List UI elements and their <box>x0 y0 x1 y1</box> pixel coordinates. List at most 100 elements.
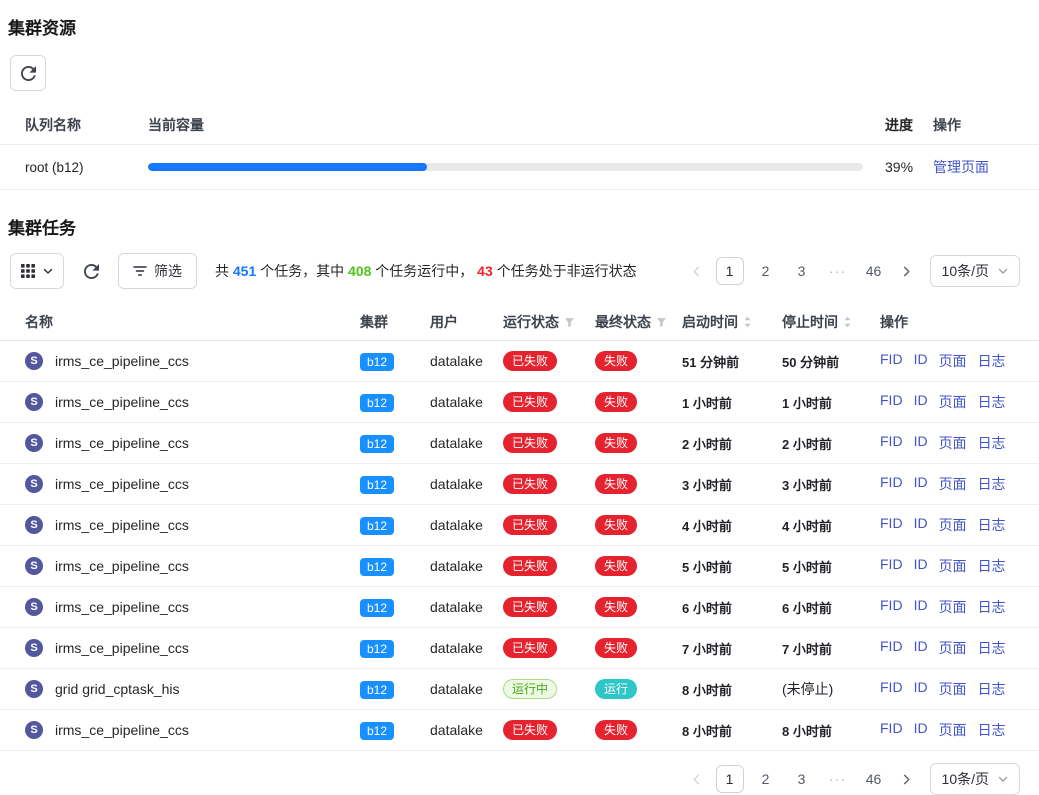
pagination-page-1[interactable]: 1 <box>716 765 744 793</box>
row-action-id[interactable]: ID <box>914 392 928 412</box>
row-action-log[interactable]: 日志 <box>978 474 1006 494</box>
row-action-fid[interactable]: FID <box>880 720 903 740</box>
filter-button[interactable]: 筛选 <box>118 253 197 289</box>
final-status-badge: 失败 <box>595 720 637 740</box>
final-status-badge: 失败 <box>595 638 637 658</box>
final-status-badge: 失败 <box>595 597 637 617</box>
row-action-page[interactable]: 页面 <box>939 556 967 576</box>
app-type-avatar: S <box>25 352 43 370</box>
pagination-page-1[interactable]: 1 <box>716 257 744 285</box>
row-action-page[interactable]: 页面 <box>939 392 967 412</box>
task-user: datalake <box>430 435 483 451</box>
task-table-row: S irms_ce_pipeline_ccs b12 datalake 已失败 … <box>0 505 1039 546</box>
app-type-avatar: S <box>25 516 43 534</box>
row-action-id[interactable]: ID <box>914 597 928 617</box>
app-type-avatar: S <box>25 475 43 493</box>
row-action-fid[interactable]: FID <box>880 433 903 453</box>
row-actions: FID ID 页面日志 <box>880 720 1029 740</box>
start-time: 2 小时前 <box>682 434 782 453</box>
capacity-progress-bar <box>148 163 863 171</box>
row-action-page[interactable]: 页面 <box>939 433 967 453</box>
page-size-select[interactable]: 10条/页 <box>930 255 1020 287</box>
row-action-page[interactable]: 页面 <box>939 679 967 699</box>
row-action-fid[interactable]: FID <box>880 556 903 576</box>
row-action-page[interactable]: 页面 <box>939 720 967 740</box>
task-name: grid grid_cptask_his <box>55 681 180 697</box>
row-action-id[interactable]: ID <box>914 515 928 535</box>
stop-time: 3 小时前 <box>782 475 880 494</box>
run-status-badge: 已失败 <box>503 351 557 371</box>
row-action-log[interactable]: 日志 <box>978 556 1006 576</box>
pagination-page-last[interactable]: 46 <box>860 765 888 793</box>
task-table-row: S irms_ce_pipeline_ccs b12 datalake 已失败 … <box>0 341 1039 382</box>
pagination-page-last[interactable]: 46 <box>860 257 888 285</box>
row-action-fid[interactable]: FID <box>880 638 903 658</box>
row-action-log[interactable]: 日志 <box>978 351 1006 371</box>
app-type-avatar: S <box>25 393 43 411</box>
row-action-page[interactable]: 页面 <box>939 515 967 535</box>
pagination-page-3[interactable]: 3 <box>788 765 816 793</box>
row-action-fid[interactable]: FID <box>880 597 903 617</box>
pagination-prev-button[interactable] <box>686 765 708 793</box>
row-action-page[interactable]: 页面 <box>939 638 967 658</box>
pagination-ellipsis[interactable]: ··· <box>824 765 852 793</box>
filter-funnel-icon[interactable] <box>564 317 575 328</box>
pagination-next-button[interactable] <box>896 257 918 285</box>
task-table-row: S irms_ce_pipeline_ccs b12 datalake 已失败 … <box>0 464 1039 505</box>
pagination-prev-button[interactable] <box>686 257 708 285</box>
start-time: 4 小时前 <box>682 516 782 535</box>
row-action-fid[interactable]: FID <box>880 515 903 535</box>
row-action-fid[interactable]: FID <box>880 351 903 371</box>
sort-icon[interactable] <box>743 315 752 329</box>
row-action-log[interactable]: 日志 <box>978 638 1006 658</box>
pagination-next-button[interactable] <box>896 765 918 793</box>
row-action-id[interactable]: ID <box>914 679 928 699</box>
resources-table: 队列名称 当前容量 进度 操作 root (b12) 39% 管理页面 <box>0 105 1039 190</box>
pagination-page-2[interactable]: 2 <box>752 765 780 793</box>
row-action-fid[interactable]: FID <box>880 392 903 412</box>
task-name: irms_ce_pipeline_ccs <box>55 476 189 492</box>
row-action-log[interactable]: 日志 <box>978 515 1006 535</box>
row-action-log[interactable]: 日志 <box>978 720 1006 740</box>
row-action-log[interactable]: 日志 <box>978 392 1006 412</box>
task-user: datalake <box>430 558 483 574</box>
row-action-id[interactable]: ID <box>914 720 928 740</box>
run-status-badge: 已失败 <box>503 474 557 494</box>
resources-table-header: 队列名称 当前容量 进度 操作 <box>0 105 1039 145</box>
final-status-badge: 失败 <box>595 474 637 494</box>
filter-funnel-icon[interactable] <box>656 317 667 328</box>
pagination-ellipsis[interactable]: ··· <box>824 257 852 285</box>
task-user: datalake <box>430 476 483 492</box>
task-name: irms_ce_pipeline_ccs <box>55 640 189 656</box>
tasks-table-body: S irms_ce_pipeline_ccs b12 datalake 已失败 … <box>0 341 1039 751</box>
pagination-page-2[interactable]: 2 <box>752 257 780 285</box>
chevron-left-icon <box>691 266 702 277</box>
column-header-final-status: 最终状态 <box>595 312 682 332</box>
chevron-left-icon <box>691 774 702 785</box>
manage-page-link[interactable]: 管理页面 <box>933 157 1019 177</box>
resources-refresh-button[interactable] <box>10 55 46 91</box>
row-action-id[interactable]: ID <box>914 556 928 576</box>
row-action-log[interactable]: 日志 <box>978 679 1006 699</box>
row-action-fid[interactable]: FID <box>880 474 903 494</box>
row-action-page[interactable]: 页面 <box>939 597 967 617</box>
row-action-page[interactable]: 页面 <box>939 474 967 494</box>
row-action-page[interactable]: 页面 <box>939 351 967 371</box>
row-action-id[interactable]: ID <box>914 351 928 371</box>
page-size-select[interactable]: 10条/页 <box>930 763 1020 795</box>
cluster-tag: b12 <box>360 476 394 494</box>
sort-icon[interactable] <box>843 315 852 329</box>
column-layout-dropdown-button[interactable] <box>10 253 64 289</box>
row-action-id[interactable]: ID <box>914 474 928 494</box>
row-action-log[interactable]: 日志 <box>978 433 1006 453</box>
start-time: 51 分钟前 <box>682 352 782 371</box>
pagination-page-3[interactable]: 3 <box>788 257 816 285</box>
grid-icon <box>21 264 35 278</box>
row-action-id[interactable]: ID <box>914 638 928 658</box>
row-action-fid[interactable]: FID <box>880 679 903 699</box>
row-action-id[interactable]: ID <box>914 433 928 453</box>
row-action-log[interactable]: 日志 <box>978 597 1006 617</box>
tasks-refresh-button[interactable] <box>76 253 106 289</box>
column-header-stop-time: 停止时间 <box>782 312 880 332</box>
row-actions: FID ID 页面日志 <box>880 474 1029 494</box>
